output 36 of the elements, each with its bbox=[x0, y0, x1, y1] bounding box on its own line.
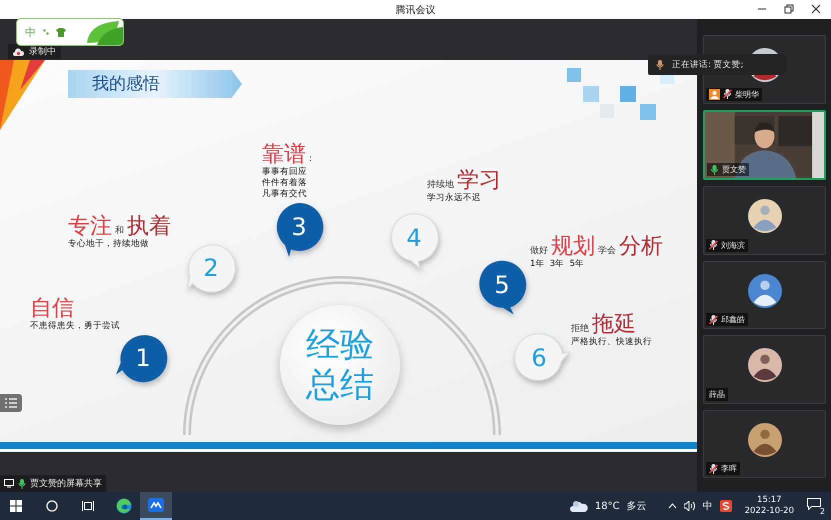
point-description: 专心地干，持续地做 bbox=[68, 239, 150, 250]
keyword-text: 拖延 bbox=[592, 312, 636, 337]
keyword-text: 专注 bbox=[68, 214, 112, 239]
connector-text: 和 bbox=[115, 224, 124, 237]
connector-text: 学会 bbox=[598, 244, 616, 257]
point-description: 事事有回应 bbox=[262, 167, 308, 178]
point-description: 凡事有交代 bbox=[262, 189, 308, 200]
keyword-text: 自信 bbox=[30, 296, 74, 321]
point-description: 学习永远不迟 bbox=[427, 193, 482, 204]
point-description: 严格执行、快速执行 bbox=[571, 337, 652, 348]
weather-text: 多云 bbox=[626, 500, 647, 513]
connector-text: : bbox=[309, 154, 312, 164]
point-description: 件件有着落 bbox=[262, 178, 308, 188]
recording-label: 录制中 bbox=[29, 46, 56, 58]
keyword-text: 执着 bbox=[127, 214, 171, 239]
keyword-text: 分析 bbox=[619, 234, 663, 259]
participant-name: 邱鑫皓 bbox=[721, 314, 745, 325]
center-title: 经验 bbox=[306, 325, 374, 365]
keyword-text: 靠谱 bbox=[262, 142, 306, 167]
screen-share-label: 贾文赞的屏幕共享 bbox=[30, 478, 102, 490]
temperature-text: 18°C bbox=[594, 500, 620, 512]
heading-banner: 我的感悟 bbox=[68, 70, 242, 98]
connector-text: 拒绝 bbox=[571, 322, 589, 335]
keyword-text: 规划 bbox=[551, 234, 595, 259]
connector-text: 持续地 bbox=[427, 178, 454, 191]
participant-name: 柴明华 bbox=[735, 88, 759, 100]
point-description: 1年 3年 5年 bbox=[530, 259, 586, 270]
connector-text: 做好 bbox=[530, 245, 548, 257]
window-title: 腾讯会议 bbox=[396, 4, 436, 16]
keyword-text: 学习 bbox=[457, 168, 501, 193]
participant-name: 贾文赞 bbox=[722, 164, 746, 175]
participant-name: 李晖 bbox=[721, 463, 737, 474]
point-description: 不患得患失，勇于尝试 bbox=[30, 321, 120, 332]
participant-name: 刘海滨 bbox=[721, 240, 745, 250]
center-title: 总结 bbox=[306, 365, 374, 405]
participant-name: 薛晶 bbox=[709, 388, 725, 400]
